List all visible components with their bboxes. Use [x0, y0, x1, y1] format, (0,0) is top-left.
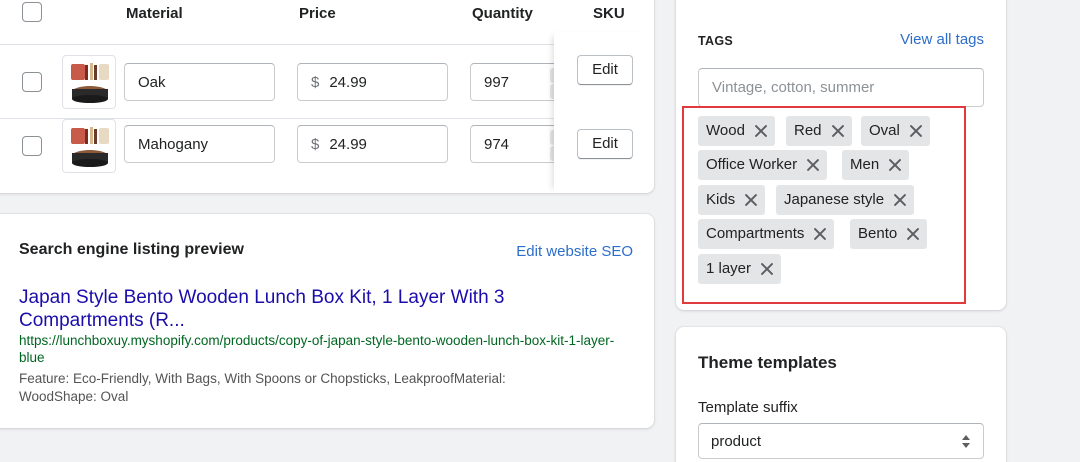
price-value: 24.99 — [329, 74, 367, 91]
edit-seo-link[interactable]: Edit website SEO — [516, 243, 633, 260]
row-checkbox[interactable] — [22, 72, 42, 92]
product-thumbnail[interactable] — [62, 119, 116, 173]
quantity-value: 974 — [484, 136, 510, 153]
row-checkbox[interactable] — [22, 136, 42, 156]
tag-chip: 1 layer — [698, 254, 782, 284]
seo-page-title: Japan Style Bento Wooden Lunch Box Kit, … — [19, 287, 505, 331]
currency-prefix: $ — [311, 136, 320, 153]
seo-url: https://lunchboxuy.myshopify.com/product… — [19, 333, 615, 365]
tag-label: 1 layer — [706, 260, 752, 277]
theme-templates-title: Theme templates — [698, 353, 837, 372]
tag-label: Oval — [869, 122, 900, 139]
material-input[interactable]: Mahogany — [124, 125, 275, 163]
tag-chip: Men — [842, 150, 910, 180]
template-suffix-select[interactable]: product — [698, 423, 984, 459]
quantity-input[interactable]: 974 — [470, 125, 564, 163]
price-input[interactable]: $24.99 — [297, 125, 448, 163]
remove-tag-icon[interactable] — [905, 219, 921, 249]
remove-tag-icon[interactable] — [743, 185, 759, 215]
remove-tag-icon[interactable] — [759, 254, 775, 284]
tag-label: Compartments — [706, 225, 805, 242]
bento-box-image — [71, 63, 109, 103]
select-caret-icon — [961, 435, 971, 449]
seo-description: Feature: Eco-Friendly, With Bags, With S… — [19, 371, 506, 404]
tag-label: Japanese style — [784, 191, 885, 208]
template-suffix-value: product — [711, 433, 762, 450]
bento-box-image — [71, 127, 109, 167]
seo-preview-card: Search engine listing preview Edit websi… — [0, 214, 654, 428]
theme-templates-card: Theme templates Template suffix product — [676, 327, 1006, 462]
tag-chip: Red — [786, 116, 852, 146]
tag-chip: Compartments — [698, 219, 835, 249]
column-price: Price — [299, 5, 336, 22]
tags-input[interactable]: Vintage, cotton, summer — [698, 68, 984, 107]
template-suffix-label: Template suffix — [698, 399, 798, 416]
select-all-checkbox[interactable] — [22, 2, 42, 22]
tag-chip: Office Worker — [698, 150, 828, 180]
tag-chip: Japanese style — [776, 185, 915, 215]
quantity-value: 997 — [484, 74, 510, 91]
tag-label: Men — [850, 156, 880, 173]
tag-label: Wood — [706, 122, 745, 139]
column-quantity: Quantity — [472, 5, 533, 22]
remove-tag-icon[interactable] — [805, 150, 821, 180]
tag-label: Office Worker — [706, 156, 798, 173]
material-input[interactable]: Oak — [124, 63, 275, 101]
tags-heading: TAGS — [698, 34, 733, 48]
tag-label: Bento — [858, 225, 898, 242]
tag-label: Red — [794, 122, 822, 139]
edit-button[interactable]: Edit — [577, 55, 633, 85]
tag-chip: Bento — [850, 219, 928, 249]
column-sku: SKU — [593, 5, 625, 22]
remove-tag-icon[interactable] — [892, 185, 908, 215]
quantity-input[interactable]: 997 — [470, 63, 564, 101]
tag-label: Kids — [706, 191, 736, 208]
remove-tag-icon[interactable] — [812, 219, 828, 249]
tag-chip: Wood — [698, 116, 775, 146]
product-thumbnail[interactable] — [62, 55, 116, 109]
sku-column: Edit Edit — [554, 32, 654, 193]
variants-card: Material Price Quantity SKU Oak $24.99 9… — [0, 0, 654, 193]
view-all-tags-link[interactable]: View all tags — [900, 31, 984, 48]
remove-tag-icon[interactable] — [908, 116, 924, 146]
remove-tag-icon[interactable] — [830, 116, 846, 146]
tag-chip: Oval — [861, 116, 930, 146]
currency-prefix: $ — [311, 74, 320, 91]
price-value: 24.99 — [329, 136, 367, 153]
remove-tag-icon[interactable] — [753, 116, 769, 146]
edit-button[interactable]: Edit — [577, 129, 633, 159]
tags-card: TAGS View all tags Vintage, cotton, summ… — [676, 0, 1006, 310]
price-input[interactable]: $24.99 — [297, 63, 448, 101]
tag-chip: Kids — [698, 185, 766, 215]
seo-card-title: Search engine listing preview — [19, 241, 244, 258]
remove-tag-icon[interactable] — [887, 150, 903, 180]
column-material: Material — [126, 5, 183, 22]
